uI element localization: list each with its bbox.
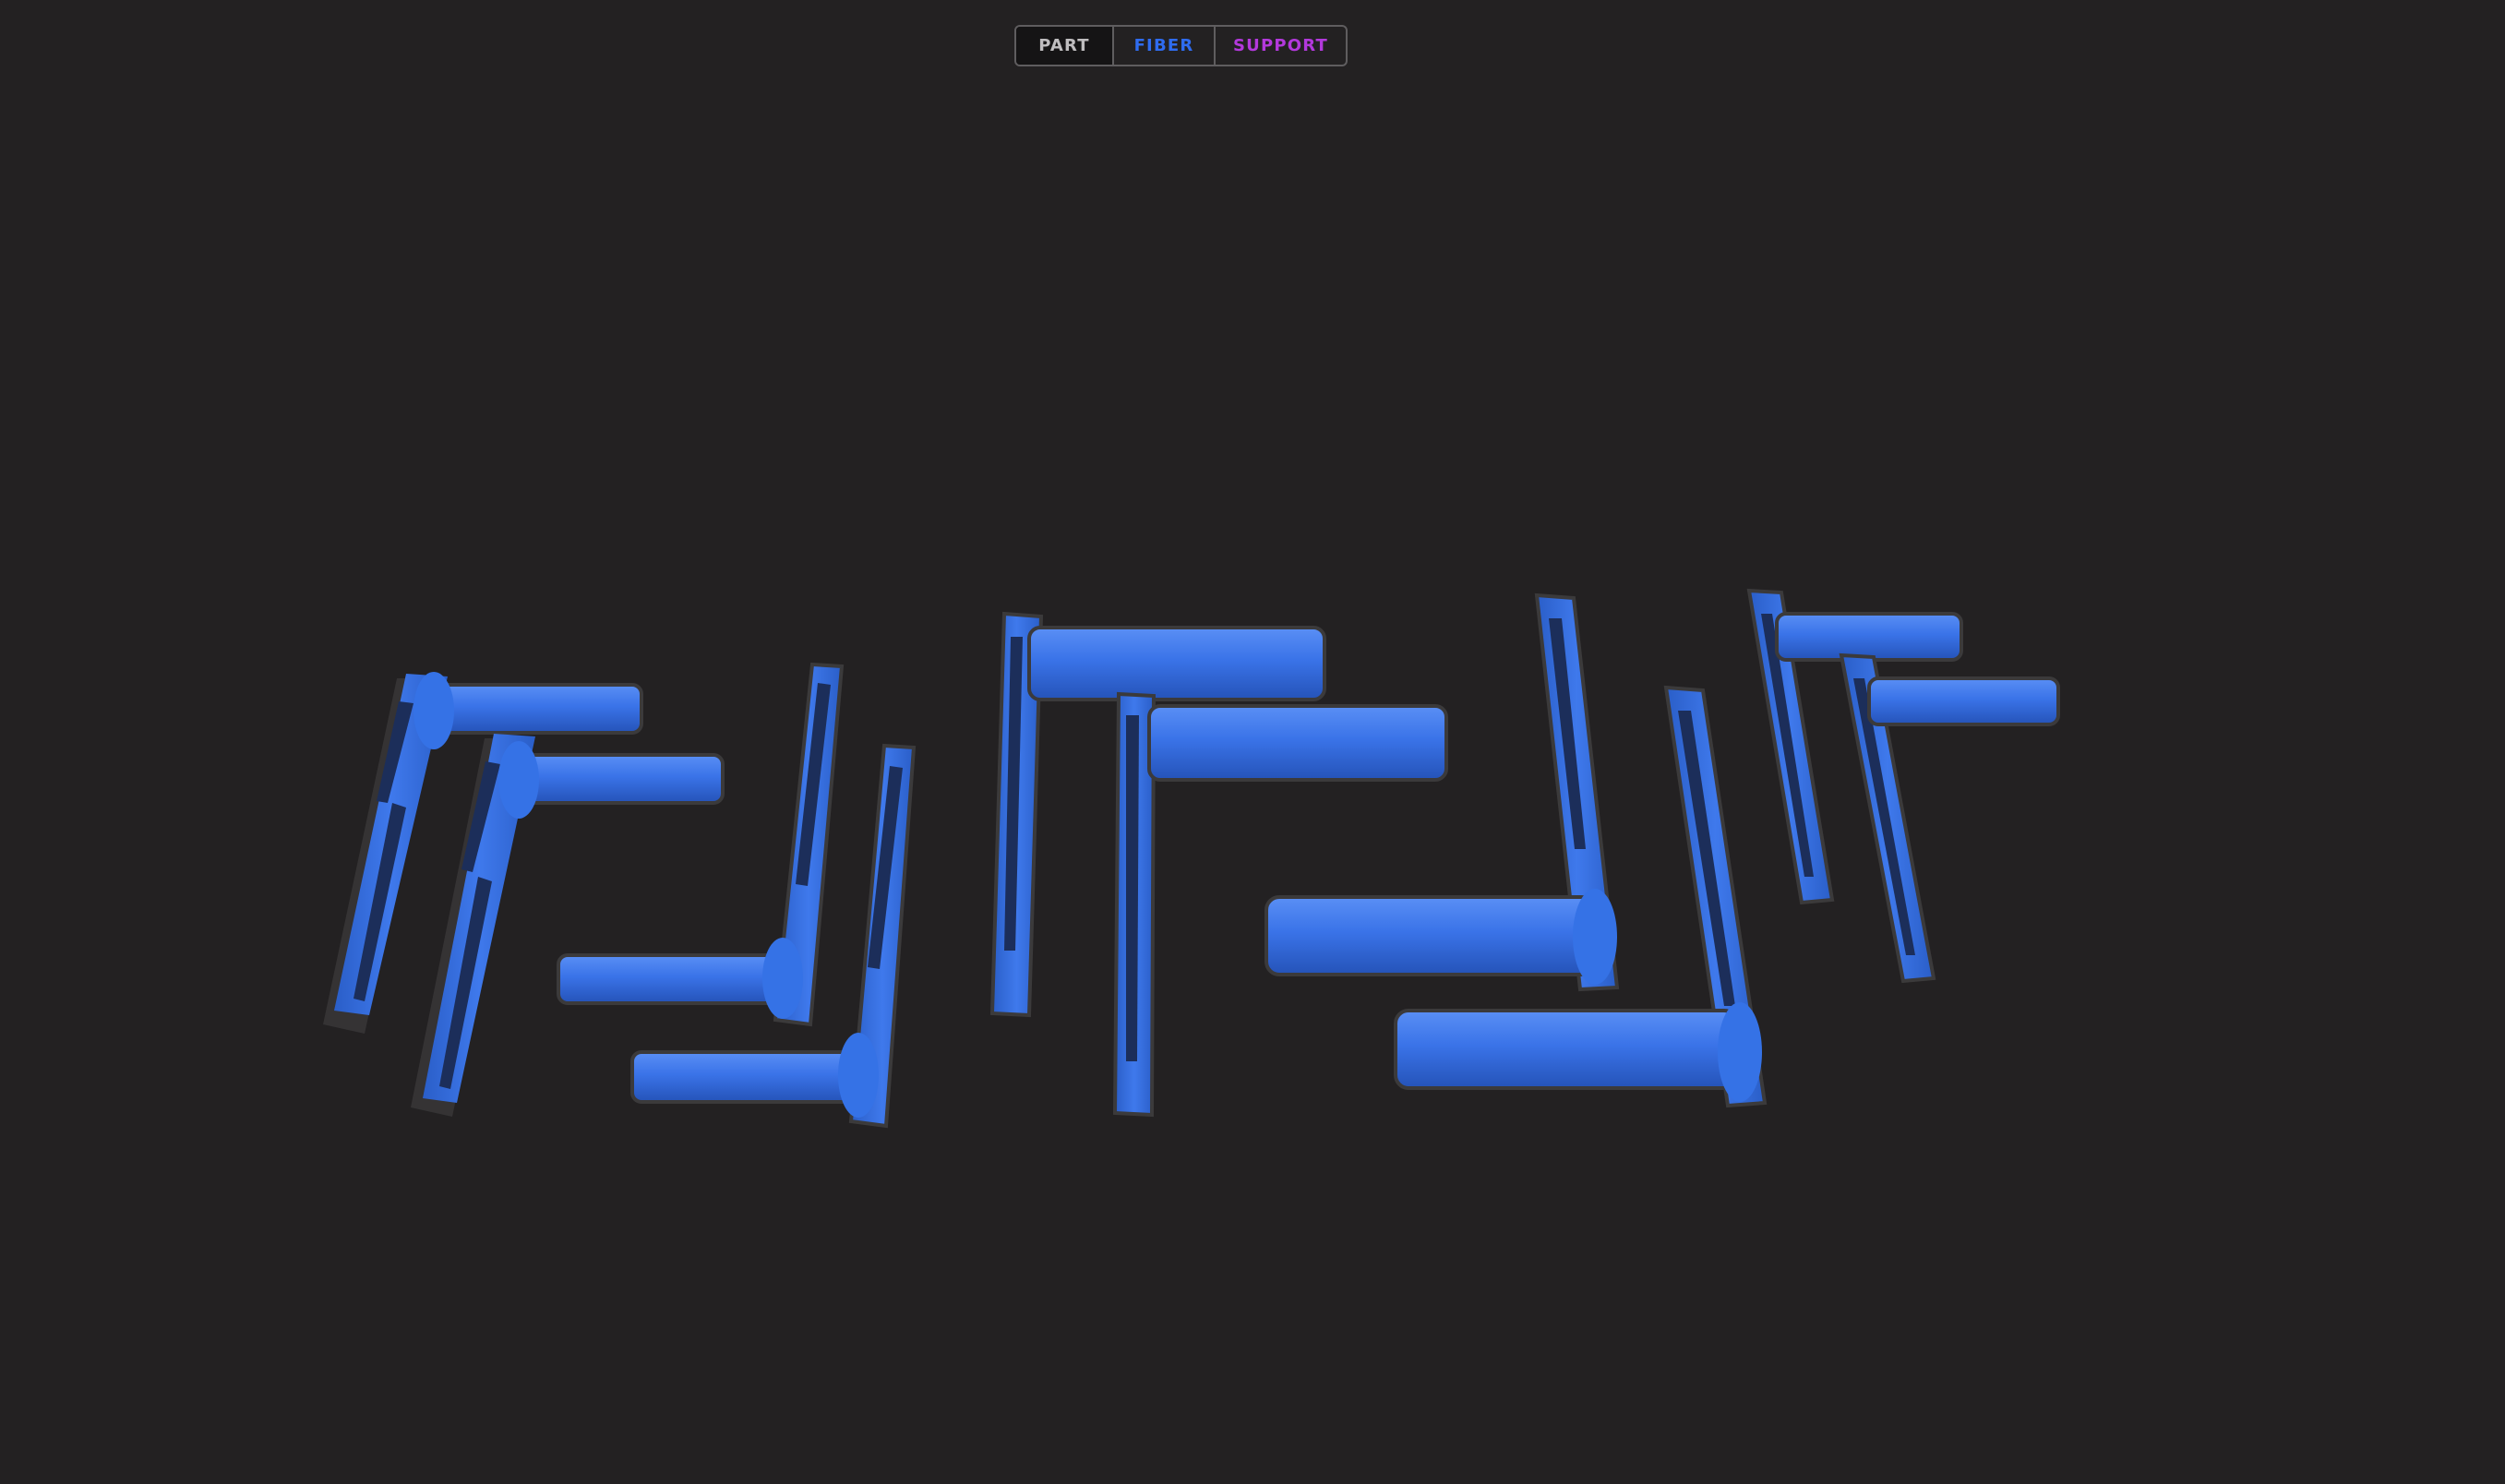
bracket-part-9[interactable] <box>1746 588 1963 905</box>
3d-viewport[interactable] <box>0 0 2505 1484</box>
bracket-part-10[interactable] <box>1839 652 2060 984</box>
